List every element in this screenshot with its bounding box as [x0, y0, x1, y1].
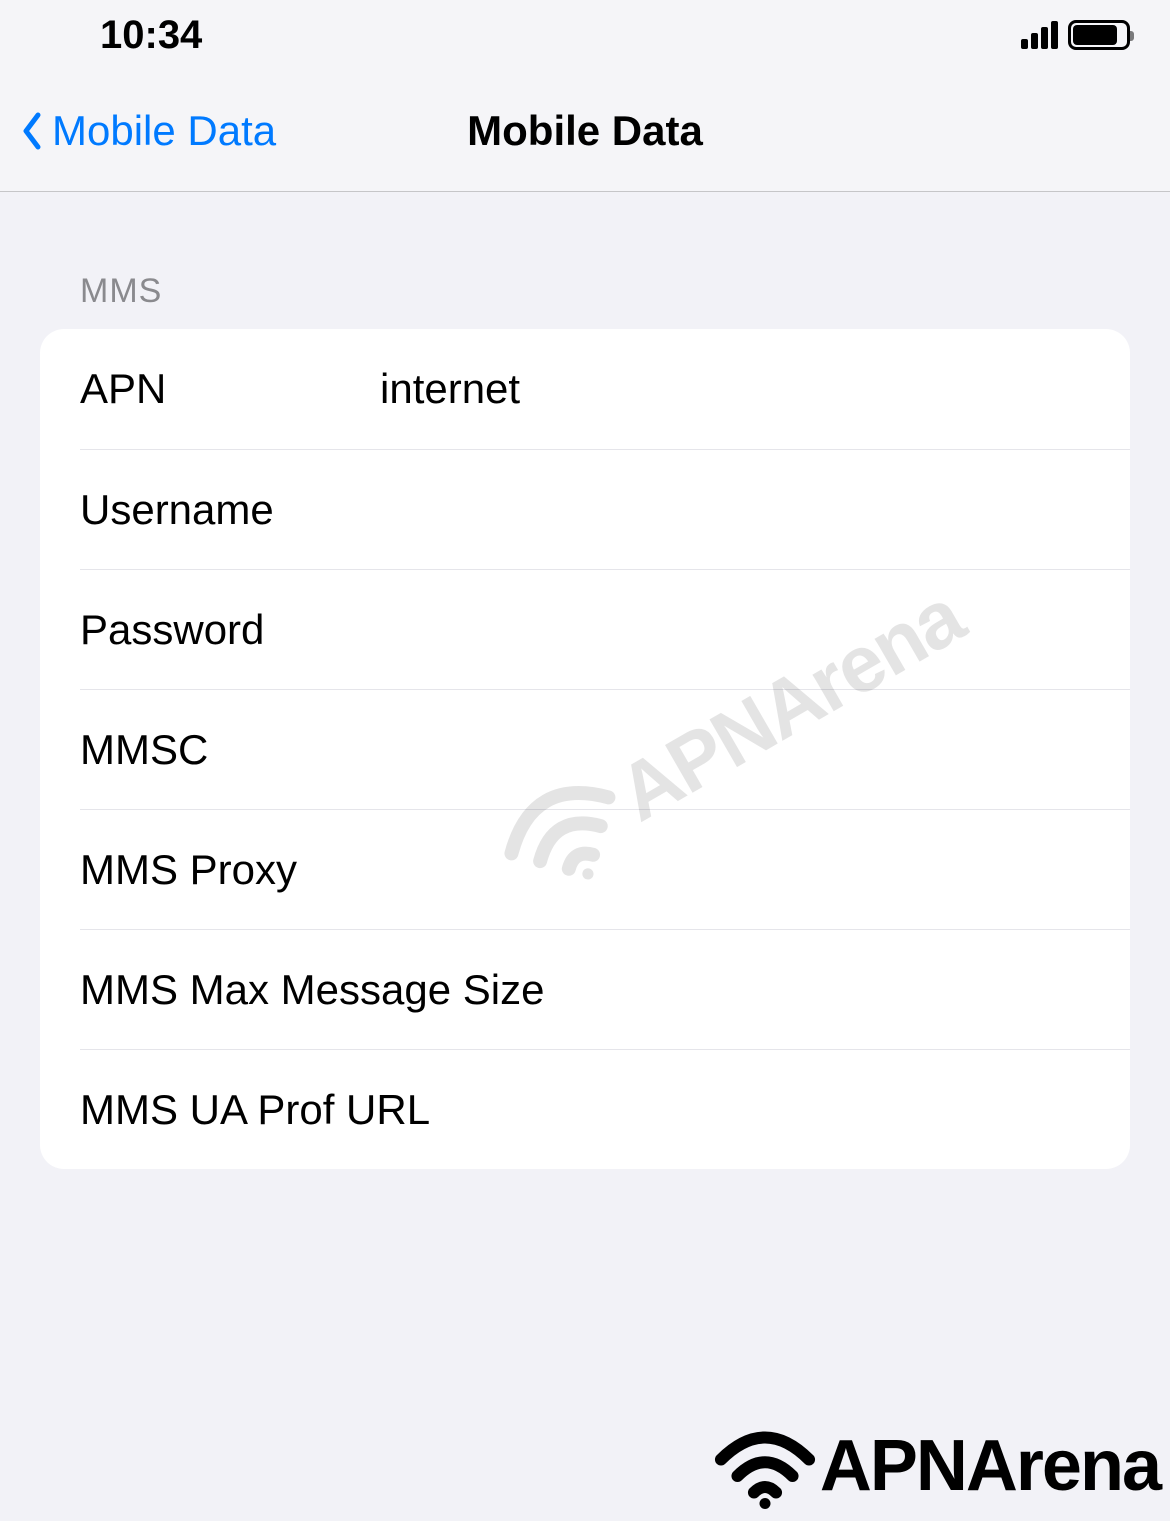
input-mmsc[interactable]	[380, 726, 1130, 774]
input-mms-proxy[interactable]	[380, 846, 1130, 894]
input-mms-max-size[interactable]	[544, 966, 1130, 1014]
row-mmsc[interactable]: MMSC	[80, 689, 1130, 809]
row-mms-proxy[interactable]: MMS Proxy	[80, 809, 1130, 929]
label-password: Password	[80, 606, 380, 654]
row-mms-max-size[interactable]: MMS Max Message Size	[80, 929, 1130, 1049]
status-indicators	[1021, 20, 1130, 50]
back-button-label: Mobile Data	[52, 107, 276, 155]
input-mms-ua-prof[interactable]	[430, 1086, 1130, 1134]
row-password[interactable]: Password	[80, 569, 1130, 689]
status-bar: 10:34	[0, 0, 1170, 70]
label-mmsc: MMSC	[80, 726, 380, 774]
back-button[interactable]: Mobile Data	[0, 107, 276, 155]
battery-icon	[1068, 20, 1130, 50]
input-apn[interactable]	[380, 365, 1130, 413]
cellular-signal-icon	[1021, 21, 1058, 49]
input-username[interactable]	[380, 486, 1130, 534]
page-title: Mobile Data	[467, 107, 703, 155]
label-mms-max-size: MMS Max Message Size	[80, 966, 544, 1014]
label-mms-proxy: MMS Proxy	[80, 846, 380, 894]
wifi-icon	[710, 1421, 820, 1511]
watermark-bottom: APNArena	[710, 1421, 1160, 1511]
label-mms-ua-prof: MMS UA Prof URL	[80, 1086, 430, 1134]
chevron-left-icon	[20, 111, 44, 151]
status-time: 10:34	[100, 13, 202, 58]
label-apn: APN	[80, 365, 380, 413]
section-header-mms: MMS	[0, 192, 1170, 329]
row-mms-ua-prof[interactable]: MMS UA Prof URL	[80, 1049, 1130, 1169]
input-password[interactable]	[380, 606, 1130, 654]
mms-settings-card: APN Username Password MMSC MMS Proxy MMS…	[40, 329, 1130, 1169]
watermark-text: APNArena	[820, 1425, 1160, 1507]
row-username[interactable]: Username	[80, 449, 1130, 569]
row-apn[interactable]: APN	[40, 329, 1130, 449]
label-username: Username	[80, 486, 380, 534]
navigation-bar: Mobile Data Mobile Data	[0, 70, 1170, 192]
